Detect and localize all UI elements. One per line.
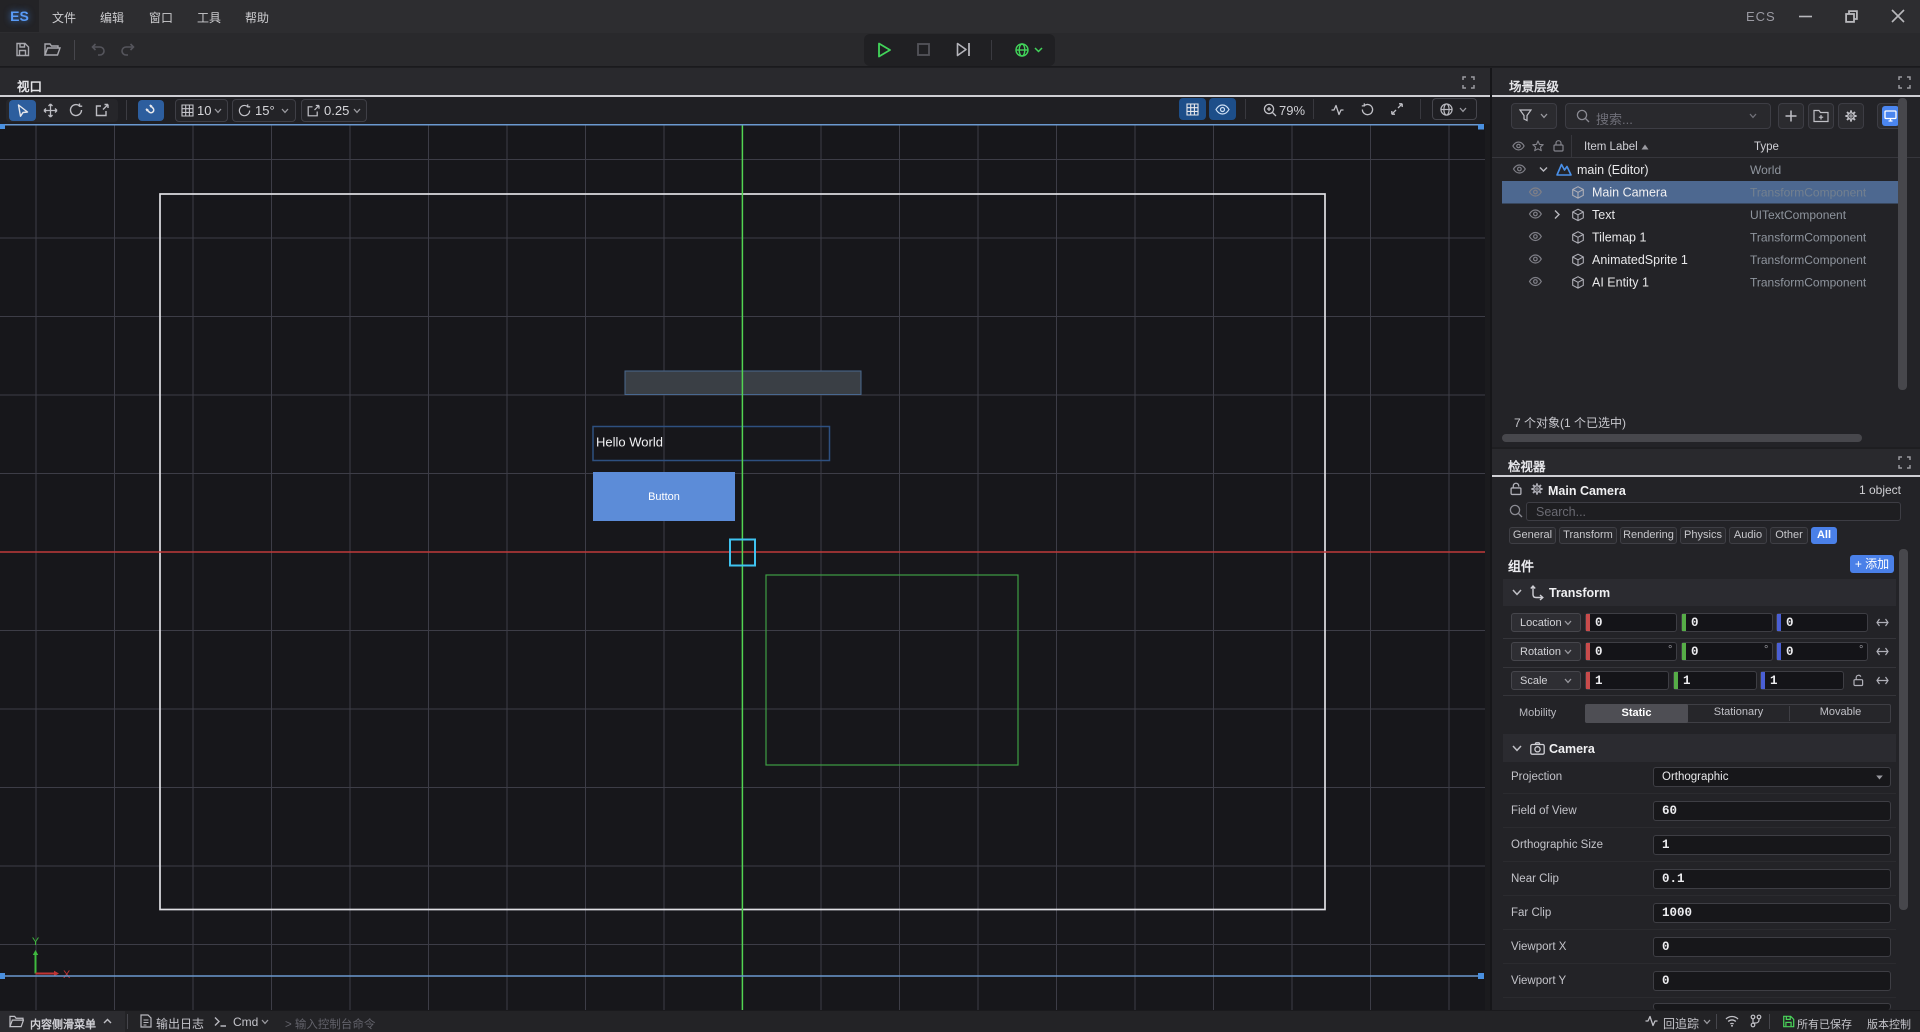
svg-text:UITextComponent: UITextComponent <box>1750 208 1847 222</box>
svg-text:TransformComponent: TransformComponent <box>1750 186 1867 200</box>
svg-text:AI Entity 1: AI Entity 1 <box>1592 276 1649 290</box>
svg-text:Main Camera: Main Camera <box>1592 186 1667 200</box>
svg-text:TransformComponent: TransformComponent <box>1750 253 1867 267</box>
svg-text:Button: Button <box>648 491 680 503</box>
svg-text:Hello World: Hello World <box>596 435 663 450</box>
svg-text:TransformComponent: TransformComponent <box>1750 231 1867 245</box>
svg-text:X: X <box>63 969 71 981</box>
svg-text:Tilemap 1: Tilemap 1 <box>1592 231 1646 245</box>
svg-text:AnimatedSprite 1: AnimatedSprite 1 <box>1592 253 1688 267</box>
svg-text:World: World <box>1750 163 1781 177</box>
svg-text:main (Editor): main (Editor) <box>1577 163 1649 177</box>
svg-text:Text: Text <box>1592 208 1615 222</box>
svg-text:TransformComponent: TransformComponent <box>1750 276 1867 290</box>
svg-text:Y: Y <box>32 936 40 948</box>
